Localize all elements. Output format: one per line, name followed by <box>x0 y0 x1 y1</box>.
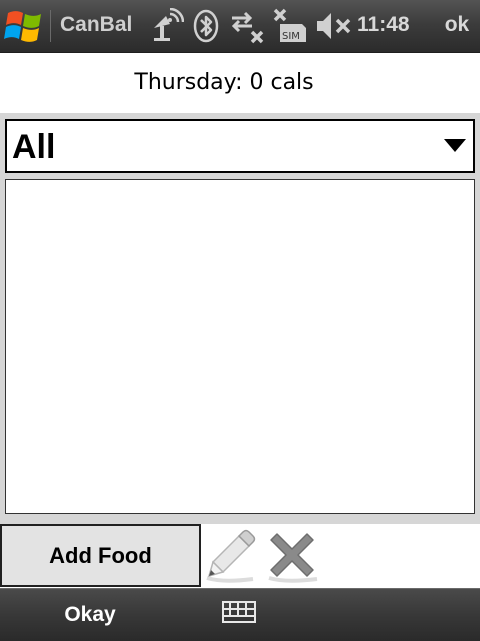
chevron-down-icon <box>444 139 466 152</box>
edit-button[interactable] <box>203 526 261 584</box>
filter-selected-value: All <box>12 128 56 166</box>
keyboard-icon <box>222 601 256 623</box>
title-bar: CanBal SIM 11:48 ok <box>0 0 480 53</box>
pencil-icon <box>206 529 256 583</box>
title-separator <box>50 10 51 42</box>
network-antenna-icon[interactable] <box>146 8 184 44</box>
delete-button[interactable] <box>263 526 321 584</box>
action-row: Add Food <box>0 524 480 588</box>
bluetooth-icon[interactable] <box>192 8 220 44</box>
data-connection-off-icon[interactable] <box>228 8 266 44</box>
ok-button[interactable]: ok <box>440 11 474 39</box>
windows-start-button[interactable] <box>3 5 47 47</box>
input-panel-button[interactable] <box>222 601 256 625</box>
clock[interactable]: 11:48 <box>357 11 410 39</box>
food-list[interactable] <box>5 179 475 514</box>
calorie-summary-text: Thursday: 0 cals <box>134 70 314 95</box>
softkey-bar: Okay <box>0 588 480 641</box>
add-food-button[interactable]: Add Food <box>0 524 201 587</box>
windows-start-icon <box>4 11 41 42</box>
svg-text:SIM: SIM <box>282 31 300 42</box>
content-panel: All <box>0 113 480 524</box>
no-sim-icon[interactable]: SIM <box>272 8 308 44</box>
okay-softkey[interactable]: Okay <box>10 601 170 629</box>
volume-muted-icon[interactable] <box>314 8 354 44</box>
daily-summary: Thursday: 0 cals <box>0 53 480 113</box>
category-filter-dropdown[interactable]: All <box>5 119 475 173</box>
delete-x-icon <box>268 533 318 583</box>
app-title: CanBal <box>60 13 133 36</box>
